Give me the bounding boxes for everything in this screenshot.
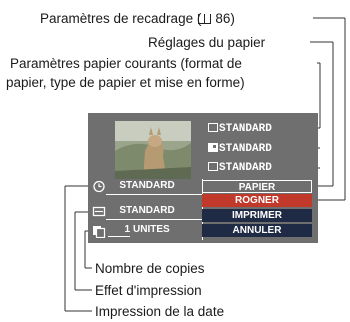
layout-icon [208, 162, 218, 171]
print-settings-screen: STANDARD STANDARD STANDARD STANDARD STAN… [88, 113, 318, 243]
copies-value: 1 [108, 224, 130, 237]
photo-thumbnail [115, 121, 191, 179]
menu-crop[interactable]: ROGNER [202, 194, 312, 207]
divider [106, 219, 202, 220]
date-print-value[interactable]: STANDARD [108, 180, 186, 194]
paper-size-icon [208, 123, 218, 132]
menu-paper[interactable]: PAPIER [202, 180, 312, 193]
divider [106, 194, 202, 195]
paper-size-setting: STANDARD [208, 123, 272, 135]
layout-setting: STANDARD [208, 162, 272, 174]
paper-type-value: STANDARD [219, 143, 272, 155]
paper-size-value: STANDARD [219, 123, 272, 135]
menu-print[interactable]: IMPRIMER [202, 209, 312, 222]
print-effect-icon[interactable] [92, 205, 106, 218]
copies-unit: UNITES [133, 224, 170, 235]
paper-type-setting: STANDARD [208, 143, 272, 155]
paper-type-icon [208, 143, 218, 152]
print-effect-value[interactable]: STANDARD [108, 205, 186, 219]
layout-value: STANDARD [219, 162, 272, 174]
copies-icon[interactable] [92, 225, 106, 239]
date-print-clock-icon[interactable] [92, 180, 106, 193]
copies-field[interactable]: 1 UNITES [108, 224, 202, 238]
menu-cancel[interactable]: ANNULER [202, 224, 312, 237]
